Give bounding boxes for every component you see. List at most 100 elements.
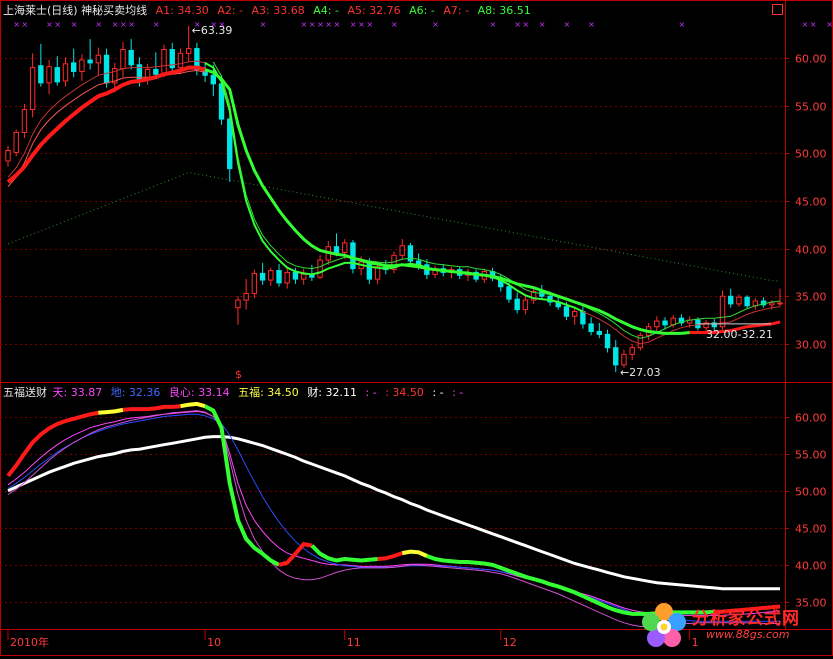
liangxin-line <box>7 410 780 627</box>
y-tick-label-top-3: 45.00 <box>795 196 827 209</box>
candle-body-5 <box>46 66 52 84</box>
signal-marker-1: × <box>21 20 28 29</box>
signal-marker-30: × <box>678 20 685 29</box>
candle-body-93 <box>769 302 775 306</box>
signal-marker-2: × <box>46 20 53 29</box>
candle-body-19 <box>161 49 167 75</box>
x-tick-label-1: 10 <box>207 636 221 649</box>
legend-a4: A4: - <box>313 4 339 17</box>
legend-wufu: 五福: 34.50 <box>238 386 299 399</box>
signal-marker-9: × <box>153 20 160 29</box>
signal-marker-27: × <box>539 20 546 29</box>
candle-body-94 <box>777 302 783 305</box>
logo-url: www.88gs.com <box>706 628 790 641</box>
signal-marker-0: × <box>13 20 20 29</box>
signal-marker-31: × <box>802 20 809 29</box>
candle-body-68 <box>563 306 570 317</box>
candle-body-3 <box>29 67 36 111</box>
signal-marker-8: × <box>128 20 135 29</box>
wufu-green-segment-2 <box>310 544 378 563</box>
signal-marker-7: × <box>120 20 127 29</box>
signal-marker-13: × <box>260 20 267 29</box>
signal-marker-6: × <box>112 20 119 29</box>
candle-body-9 <box>79 59 85 72</box>
panel-toggle-button[interactable] <box>772 4 783 15</box>
bottom-panel-header: 五福送财 天: 33.87 地: 32.36 良心: 33.14 五福: 34.… <box>3 386 468 399</box>
signal-marker-15: × <box>309 20 316 29</box>
candle-body-30 <box>251 272 258 294</box>
signal-marker-5: × <box>95 20 102 29</box>
candle-body-34 <box>284 271 290 284</box>
candle-body-7 <box>62 63 69 82</box>
candle-body-33 <box>276 270 282 284</box>
x-tick-label-0: 2010年 <box>10 635 49 649</box>
legend-a3: A3: 33.68 <box>251 4 305 17</box>
signal-marker-14: × <box>301 20 308 29</box>
y-tick-label-top-0: 60.00 <box>795 53 827 66</box>
candle-body-41 <box>342 242 348 253</box>
wufu-red-segment-2 <box>122 404 181 412</box>
legend-a6: A6: - <box>409 4 435 17</box>
range-annotation: 32.00-32.21 <box>706 328 773 341</box>
watermark-logo: 分析家公式网 www.88gs.com <box>636 600 826 652</box>
candle-body-32 <box>268 270 274 281</box>
signal-marker-18: × <box>334 20 341 29</box>
candle-body-74 <box>613 347 619 366</box>
wufu-red-segment-3 <box>278 542 313 567</box>
candle-body-25 <box>210 74 217 85</box>
y-tick-label-bottom-1: 55.00 <box>795 449 827 462</box>
legend-a2: A2: - <box>217 4 244 17</box>
wufu-yellow-segment-3 <box>401 549 428 558</box>
logo-title: 分析家公式网 <box>692 609 800 629</box>
y-tick-label-top-6: 30.00 <box>795 339 827 352</box>
dollar-marker: $ <box>235 368 242 381</box>
high-price-annotation: ←63.39 <box>192 24 233 37</box>
top-panel-header: 上海莱士(日线) 神秘买卖均线 A1: 34.30 A2: - A3: 33.6… <box>3 4 536 17</box>
signal-marker-33: × <box>826 20 833 29</box>
candle-body-6 <box>54 67 60 83</box>
candle-body-70 <box>580 311 586 325</box>
candle-body-73 <box>604 333 611 349</box>
candle-body-8 <box>71 62 77 72</box>
thin-ma-red-2 <box>7 69 206 188</box>
candle-body-69 <box>571 311 578 317</box>
candle-body-72 <box>596 331 603 335</box>
candle-body-2 <box>21 109 28 133</box>
candle-body-76 <box>629 347 635 355</box>
signal-marker-22: × <box>391 20 398 29</box>
candle-body-75 <box>621 353 627 366</box>
candle-body-80 <box>662 320 668 326</box>
legend-cai: 财: 32.11 <box>307 386 358 399</box>
legend-a7: A7: - <box>443 4 470 17</box>
candle-body-88 <box>728 295 734 305</box>
y-tick-label-bottom-4: 40.00 <box>795 560 827 573</box>
candle-body-36 <box>300 273 307 280</box>
legend-tian: 天: 33.87 <box>52 386 103 399</box>
thin-ma-red-early <box>7 60 781 345</box>
signal-marker-23: × <box>432 20 439 29</box>
di-blue-line <box>7 413 780 622</box>
wufu-red-segment-1 <box>6 410 99 478</box>
y-tick-label-bottom-0: 60.00 <box>795 412 827 425</box>
candle-body-87 <box>719 295 726 328</box>
y-tick-label-top-4: 40.00 <box>795 244 827 257</box>
signal-marker-4: × <box>71 20 78 29</box>
candle-body-11 <box>95 54 102 64</box>
candle-body-10 <box>87 59 93 64</box>
candle-body-48 <box>399 245 405 256</box>
chart-canvas: 60.00 55.00 50.00 45.00 40.00 35.00 30.00 60.00… <box>0 0 833 656</box>
signal-marker-25: × <box>514 20 521 29</box>
candle-body-21 <box>177 52 184 69</box>
candle-body-63 <box>522 299 529 311</box>
candle-body-62 <box>514 298 520 311</box>
bottom-panel-title: 五福送财 <box>3 386 47 399</box>
low-price-annotation: ←27.03 <box>620 366 661 379</box>
signal-marker-32: × <box>810 20 817 29</box>
y-tick-label-top-5: 35.00 <box>795 291 827 304</box>
y-tick-label-top-1: 55.00 <box>795 101 827 114</box>
signal-marker-29: × <box>588 20 595 29</box>
legend-extra-2: : 34.50 <box>385 386 424 399</box>
candle-body-28 <box>235 299 241 309</box>
candle-body-79 <box>654 320 660 328</box>
legend-di: 地: 32.36 <box>110 386 161 399</box>
